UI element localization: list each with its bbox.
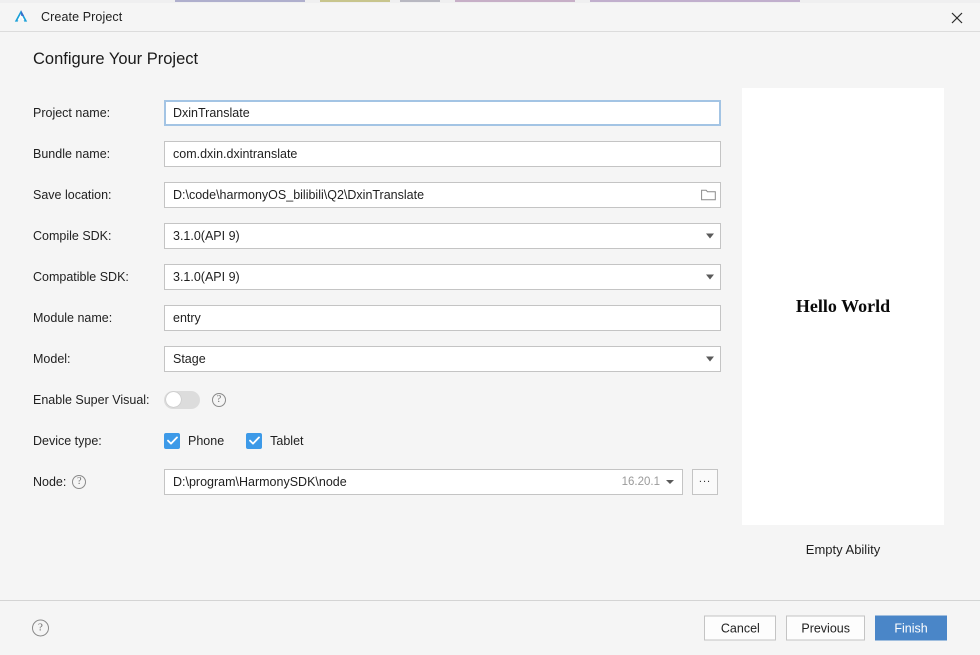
save-location-label: Save location:: [33, 187, 112, 202]
chevron-down-icon[interactable]: [706, 233, 714, 238]
cancel-button[interactable]: Cancel: [704, 615, 777, 641]
row-compile-sdk: Compile SDK: 3.1.0(API 9): [33, 215, 723, 256]
node-version-value: 16.20.1: [621, 475, 660, 488]
window-title-bar: Create Project: [0, 3, 980, 32]
device-type-options: Phone Tablet: [164, 432, 723, 449]
row-model: Model: Stage: [33, 338, 723, 379]
previous-button[interactable]: Previous: [786, 615, 865, 641]
row-save-location: Save location: D:\code\harmonyOS_bilibil…: [33, 174, 723, 215]
dialog-content: Configure Your Project Project name: Dxi…: [0, 32, 980, 600]
module-name-input[interactable]: entry: [164, 304, 721, 331]
footer-button-group: Cancel Previous Finish: [704, 615, 947, 641]
node-path-value: D:\program\HarmonySDK\node: [173, 474, 347, 489]
deveco-studio-logo-icon: [12, 8, 30, 26]
project-name-label: Project name:: [33, 105, 111, 120]
row-enable-super-visual: Enable Super Visual: ?: [33, 379, 723, 420]
help-icon[interactable]: ?: [212, 392, 226, 407]
device-type-label: Device type:: [33, 433, 102, 448]
device-option-tablet[interactable]: Tablet: [246, 432, 304, 449]
page-title: Configure Your Project: [33, 50, 199, 68]
chevron-down-icon[interactable]: [706, 274, 714, 279]
row-device-type: Device type: Phone Tablet: [33, 420, 723, 461]
node-label: Node: ?: [33, 474, 164, 489]
help-icon[interactable]: ?: [72, 474, 87, 489]
dialog-footer: ? Cancel Previous Finish: [0, 600, 980, 655]
device-option-label: Phone: [188, 433, 225, 448]
phone-preview-screen: Hello World: [742, 88, 944, 525]
help-icon[interactable]: ?: [32, 619, 49, 637]
create-project-dialog: Create Project Configure Your Project Pr…: [0, 0, 980, 655]
template-preview: Hello World Empty Ability: [742, 88, 944, 557]
model-label: Model:: [33, 351, 71, 366]
project-config-form: Project name: DxinTranslate Bundle name:…: [33, 92, 723, 502]
finish-button[interactable]: Finish: [875, 615, 947, 641]
compatible-sdk-label: Compatible SDK:: [33, 269, 129, 284]
enable-super-visual-label: Enable Super Visual:: [33, 392, 150, 407]
toggle-knob: [165, 392, 181, 407]
row-compatible-sdk: Compatible SDK: 3.1.0(API 9): [33, 256, 723, 297]
compile-sdk-label: Compile SDK:: [33, 228, 112, 243]
node-label-text: Node:: [33, 474, 67, 489]
chevron-down-icon[interactable]: [666, 479, 674, 484]
project-name-input[interactable]: DxinTranslate: [164, 99, 721, 126]
chevron-down-icon[interactable]: [706, 356, 714, 361]
compile-sdk-select[interactable]: 3.1.0(API 9): [164, 222, 721, 249]
folder-icon[interactable]: [699, 186, 717, 204]
bundle-name-label: Bundle name:: [33, 146, 111, 161]
save-location-input[interactable]: D:\code\harmonyOS_bilibili\Q2\DxinTransl…: [164, 181, 721, 208]
row-module-name: Module name: entry: [33, 297, 723, 338]
node-path-input[interactable]: D:\program\HarmonySDK\node 16.20.1: [164, 468, 683, 495]
node-browse-button[interactable]: ...: [692, 468, 718, 495]
checkbox-checked-icon[interactable]: [246, 432, 263, 449]
device-option-label: Tablet: [270, 433, 304, 448]
compatible-sdk-select[interactable]: 3.1.0(API 9): [164, 263, 721, 290]
preview-screen-text: Hello World: [795, 296, 891, 316]
row-node: Node: ? D:\program\HarmonySDK\node 16.20…: [33, 461, 723, 502]
row-project-name: Project name: DxinTranslate: [33, 92, 723, 133]
window-title: Create Project: [41, 10, 123, 24]
module-name-label: Module name:: [33, 310, 113, 325]
bundle-name-input[interactable]: com.dxin.dxintranslate: [164, 140, 721, 167]
close-icon[interactable]: [934, 3, 980, 32]
preview-caption: Empty Ability: [805, 542, 881, 557]
checkbox-checked-icon[interactable]: [164, 432, 180, 449]
model-select[interactable]: Stage: [164, 345, 721, 372]
enable-super-visual-toggle[interactable]: [164, 390, 200, 409]
row-bundle-name: Bundle name: com.dxin.dxintranslate: [33, 133, 723, 174]
device-option-phone[interactable]: Phone: [164, 432, 225, 449]
